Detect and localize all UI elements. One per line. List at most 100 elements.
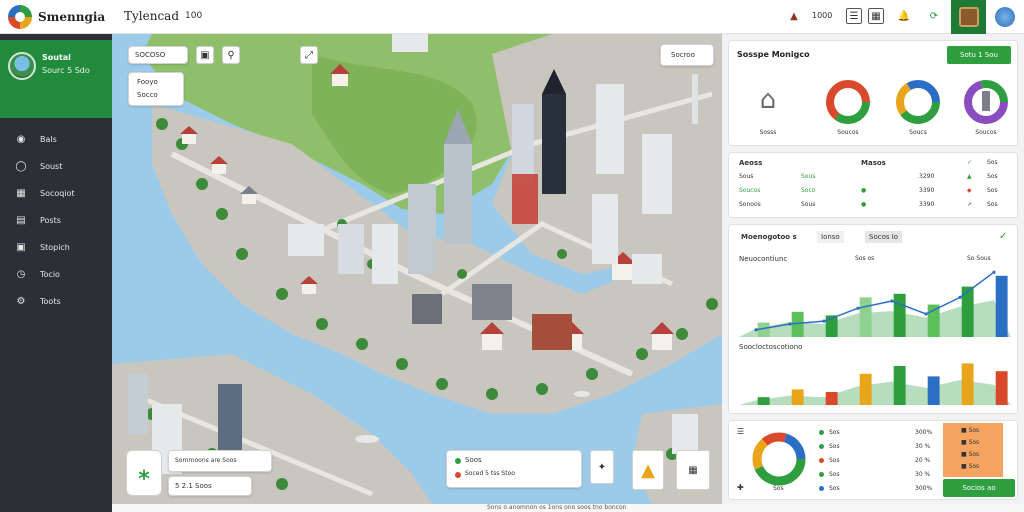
donut-chart-1	[826, 80, 870, 124]
app-title: Smenngia	[38, 10, 106, 24]
chart2-bar	[859, 373, 872, 405]
sidebar: Soutal Sourc 5 Sdo ◉ Bals ◯ Soust ▦ Socoqio…	[0, 34, 112, 512]
chart2-bar	[791, 389, 804, 405]
stats-card: Aeoss Masos ✓ Sos Sous Sous 3290 ▲ Sos S…	[728, 152, 1018, 218]
map-play-icon[interactable]: ⁎	[126, 450, 162, 496]
page-title: Tylencad	[124, 9, 180, 23]
sidebar-item-socoqiot[interactable]: ▦ Socoqiot	[0, 180, 112, 207]
chart1-bar	[893, 293, 906, 337]
check-icon: ✓	[967, 159, 973, 166]
heat-panel: ■ Sos ■ Sos ■ Sos ■ Sos	[943, 423, 1003, 477]
summary-action-button[interactable]: Sotu 1 Sou	[947, 46, 1011, 64]
chart1-point	[924, 312, 928, 316]
chart1-point	[788, 322, 792, 326]
chart-2	[739, 363, 1011, 405]
map-info-card[interactable]: Fooyo Socco	[128, 72, 184, 106]
breakdown-donut	[752, 432, 806, 486]
search-icon[interactable]: ⚲	[222, 46, 240, 64]
arrow-up-icon: ▲	[967, 173, 972, 180]
right-panel: Sosspe Monigco Sotu 1 Sou ⌂ Sosss Soucos…	[722, 34, 1024, 504]
breakdown-center-label: Sos	[773, 485, 784, 492]
document-icon[interactable]: ▦	[868, 8, 884, 24]
map-grid-icon[interactable]: ▦	[676, 450, 710, 490]
sidebar-item-toots[interactable]: ⚙ Toots	[0, 288, 112, 315]
menu-icon[interactable]: ☰	[846, 8, 862, 24]
sidebar-item-tocio[interactable]: ◷ Tocio	[0, 261, 112, 288]
chart1-legend-b: So Sous	[967, 255, 991, 262]
top-bar: Smenngia Tylencad 100 ▲ 1000 ☰ ▦ 🔔 ⟳	[0, 0, 1024, 34]
profile-card[interactable]: Soutal Sourc 5 Sdo	[0, 40, 112, 118]
donut-chart-3	[964, 80, 1008, 124]
toolbar-value: 1000	[812, 11, 833, 20]
chart1-bar	[995, 275, 1008, 337]
breakdown-card: ☰ Sos ✚ Sos Sos Sos Sos Sos 300% 30 % 20…	[728, 420, 1018, 500]
checkmark-icon[interactable]: ✓	[999, 231, 1007, 242]
bell-icon[interactable]: 🔔	[896, 8, 912, 24]
user-avatar[interactable]	[951, 0, 986, 34]
map-layer-toggle[interactable]: Socroo	[660, 44, 714, 66]
compass-icon[interactable]: ✦	[590, 450, 614, 484]
tab-socos[interactable]: Socos Io	[865, 231, 903, 243]
chart2-bar	[961, 363, 974, 405]
alert-icon[interactable]: ▲	[786, 8, 802, 24]
chart2-title: Soocloctoscotiono	[739, 343, 803, 351]
sidebar-item-posts[interactable]: ▤ Posts	[0, 207, 112, 234]
sync-icon[interactable]: ⟳	[926, 8, 942, 24]
plus-icon[interactable]: ✚	[737, 483, 744, 492]
globe-icon[interactable]	[995, 7, 1015, 27]
sidebar-item-bals[interactable]: ◉ Bals	[0, 126, 112, 153]
map-legend-card[interactable]: Soos Soced 5 tss Stoo	[446, 450, 582, 488]
summary-title: Sosspe Monigco	[737, 50, 810, 59]
chart2-bar	[893, 366, 906, 405]
chart1-point	[958, 295, 962, 299]
chart1-point	[822, 319, 826, 323]
legend-green-dot	[455, 458, 461, 464]
profile-sub: Sourc 5 Sdo	[42, 66, 90, 75]
breakdown-action-button[interactable]: Socios ao	[943, 479, 1015, 497]
sidebar-nav: ◉ Bals ◯ Soust ▦ Socoqiot ▤ Posts ▣ Stopich ◷…	[0, 126, 112, 315]
trend-icon: ➚	[967, 201, 973, 208]
house-icon: ⌂	[759, 85, 777, 115]
document-icon: ▤	[16, 215, 26, 226]
list-icon[interactable]: ☰	[737, 427, 744, 436]
analytics-card: Moenogotoo s Ionso Socos Io ✓ Neuocontiu…	[728, 224, 1018, 414]
map-canvas	[112, 34, 722, 504]
chart1-bar	[859, 297, 872, 337]
city-map[interactable]: SOCOSO ▣ ⚲ ⤢ Fooyo Socco Socroo ⁎ Somrno…	[112, 34, 722, 504]
grid-icon: ▦	[16, 188, 26, 199]
legend-red-dot	[455, 472, 461, 478]
page-subtitle: 100	[185, 11, 203, 21]
tab-ionso[interactable]: Ionso	[817, 231, 844, 243]
chat-icon: ◯	[15, 161, 27, 172]
summary-card: Sosspe Monigco Sotu 1 Sou ⌂ Sosss Soucos…	[728, 40, 1018, 146]
chart1-legend-a: Sos os	[855, 255, 875, 262]
chart1-point	[856, 306, 860, 310]
profile-avatar	[8, 52, 36, 80]
sidebar-item-soust[interactable]: ◯ Soust	[0, 153, 112, 180]
building-icon: ▣	[16, 242, 26, 253]
map-search[interactable]: SOCOSO	[128, 46, 188, 64]
map-marker-icon[interactable]: ▲	[632, 450, 664, 490]
chart1-point	[890, 299, 894, 303]
chart1-title: Neuocontiunc	[739, 255, 788, 263]
diamond-icon: ◆	[967, 187, 972, 194]
bottom-info-title[interactable]: Somrnoons are Soos	[168, 450, 272, 472]
lock-icon[interactable]: ▣	[196, 46, 214, 64]
expand-icon[interactable]: ⤢	[300, 46, 318, 64]
sidebar-item-stopich[interactable]: ▣ Stopich	[0, 234, 112, 261]
chart1-point	[754, 328, 758, 332]
app-logo	[8, 5, 32, 29]
footer-text: Sons o anomnon os 1ons ono soos tno bonc…	[487, 504, 627, 511]
chart-1	[739, 270, 1011, 337]
chart1-point	[992, 270, 996, 274]
chart2-bar	[757, 397, 770, 405]
footer: Sons o anomnon os 1ons ono soos tno bonc…	[112, 504, 1024, 512]
chart2-bar	[927, 376, 940, 405]
settings-icon: ⚙	[16, 296, 26, 307]
bottom-info-value: 5 2.1 Soos	[168, 476, 252, 496]
profile-name: Soutal	[42, 53, 71, 62]
chart2-bar	[825, 392, 838, 405]
chart2-bar	[995, 371, 1008, 405]
tab-overview[interactable]: Moenogotoo s	[737, 231, 801, 243]
circle-icon: ●	[861, 201, 867, 208]
